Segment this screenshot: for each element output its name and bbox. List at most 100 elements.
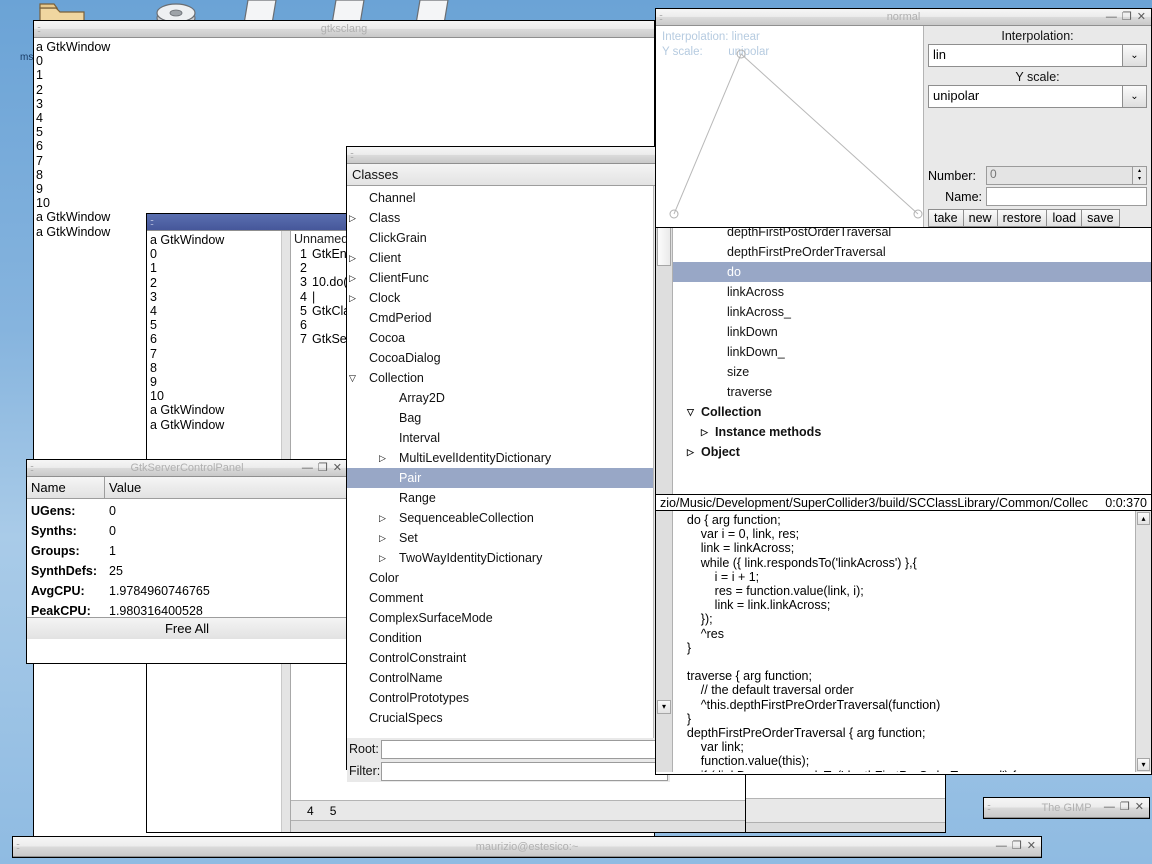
method-list-item[interactable]: ▽ Collection: [673, 402, 1151, 422]
minimize-icon[interactable]: —: [302, 462, 313, 474]
classes-tree-list[interactable]: Channel ▷ Class ClickGrain ▷ Client ▷ ClientFun…: [347, 186, 653, 738]
maximize-icon[interactable]: ❐: [1120, 802, 1130, 813]
chevron-up-icon[interactable]: ▴: [1137, 512, 1150, 525]
save-button[interactable]: save: [1081, 209, 1120, 227]
table-row[interactable]: AvgCPU: 1.9784960746765: [27, 581, 347, 601]
class-tree-item[interactable]: ▷ Clock: [347, 288, 653, 308]
root-input[interactable]: [381, 739, 668, 759]
method-list-item[interactable]: ▷ Object: [673, 442, 1151, 462]
gtksclang-titlebar[interactable]: :: gtksclang: [34, 21, 654, 38]
minimize-icon[interactable]: —: [996, 841, 1007, 852]
class-tree-item[interactable]: ComplexSurfaceMode: [347, 608, 653, 628]
method-list-item[interactable]: linkAcross: [673, 282, 1151, 302]
class-tree-item[interactable]: Array2D: [347, 388, 653, 408]
class-tree-item[interactable]: CmdPeriod: [347, 308, 653, 328]
number-stepper[interactable]: 0 ▴ ▾: [986, 166, 1147, 185]
class-tree-item[interactable]: CrucialSpecs: [347, 708, 653, 728]
class-tree-item[interactable]: ▷ TwoWayIdentityDictionary: [347, 548, 653, 568]
table-row[interactable]: Synths: 0: [27, 521, 347, 541]
method-list-item[interactable]: linkDown_: [673, 342, 1151, 362]
chevron-right-icon[interactable]: ▷: [701, 427, 708, 438]
name-input[interactable]: [986, 187, 1147, 206]
chevron-down-icon[interactable]: ▽: [687, 407, 694, 418]
class-tree-item[interactable]: ▷ MultiLevelIdentityDictionary: [347, 448, 653, 468]
yscale-dropdown[interactable]: unipolar ⌄: [928, 85, 1147, 108]
class-tree-item[interactable]: ClickGrain: [347, 228, 653, 248]
load-button[interactable]: load: [1046, 209, 1083, 227]
chevron-down-icon[interactable]: ▽: [349, 373, 356, 384]
class-tree-item[interactable]: Color: [347, 568, 653, 588]
chevron-down-icon[interactable]: ▾: [657, 700, 671, 714]
class-tree-item[interactable]: CocoaDialog: [347, 348, 653, 368]
table-row[interactable]: Groups: 1: [27, 541, 347, 561]
terminal-titlebar[interactable]: :: maurizio@estesico:~ — ❐ ✕: [13, 837, 1041, 857]
method-list-item[interactable]: traverse: [673, 382, 1151, 402]
class-tree-item[interactable]: Channel: [347, 188, 653, 208]
class-tree-item[interactable]: ▷ Set: [347, 528, 653, 548]
close-icon[interactable]: ✕: [333, 462, 342, 474]
class-tree-item[interactable]: Range: [347, 488, 653, 508]
chevron-right-icon[interactable]: ▷: [349, 253, 356, 264]
editor-hscrollbar[interactable]: [291, 820, 745, 832]
class-tree-item[interactable]: ▷ SequenceableCollection: [347, 508, 653, 528]
class-tree-item[interactable]: Bag: [347, 408, 653, 428]
maximize-icon[interactable]: ❐: [1122, 11, 1132, 23]
envelope-graph[interactable]: Interpolation: linear Y scale: unipolar: [656, 26, 924, 227]
chevron-right-icon[interactable]: ▷: [687, 447, 694, 458]
method-list-item[interactable]: linkDown: [673, 322, 1151, 342]
chevron-right-icon[interactable]: ▷: [379, 553, 386, 564]
normal-titlebar[interactable]: :: normal — ❐ ✕: [656, 9, 1151, 26]
source-left-gutter[interactable]: ▾: [656, 511, 673, 772]
class-tree-item[interactable]: ▷ ClientFunc: [347, 268, 653, 288]
minimize-icon[interactable]: —: [1104, 802, 1115, 813]
envelope-curve[interactable]: [656, 26, 936, 228]
chevron-down-icon[interactable]: ⌄: [1123, 85, 1147, 108]
restore-button[interactable]: restore: [996, 209, 1048, 227]
gimp-window[interactable]: :: The GIMP — ❐ ✕: [983, 797, 1150, 819]
chevron-right-icon[interactable]: ▷: [379, 533, 386, 544]
class-tree-item[interactable]: Pair: [347, 468, 653, 488]
methods-browser-window[interactable]: depth...depthFirstPostOrderTraversaldept…: [655, 215, 1152, 775]
number-value[interactable]: 0: [986, 166, 1133, 185]
close-icon[interactable]: ✕: [1027, 841, 1036, 852]
classes-browser-window[interactable]: :: Classes Channel ▷ Class ClickGrain ▷ Clien…: [346, 146, 671, 782]
class-tree-item[interactable]: Cocoa: [347, 328, 653, 348]
chevron-down-icon[interactable]: ▾: [1137, 758, 1150, 771]
minimize-icon[interactable]: —: [1106, 11, 1117, 23]
gimp-titlebar[interactable]: :: The GIMP — ❐ ✕: [984, 798, 1149, 818]
chevron-right-icon[interactable]: ▷: [349, 293, 356, 304]
maximize-icon[interactable]: ❐: [318, 462, 328, 474]
server-panel-titlebar[interactable]: :: GtkServerControlPanel — ❐ ✕: [27, 460, 347, 477]
classes-titlebar[interactable]: ::: [347, 147, 670, 164]
interpolation-dropdown[interactable]: lin ⌄: [928, 44, 1147, 67]
free-all-button[interactable]: Free All: [27, 617, 347, 639]
method-list-item[interactable]: do: [673, 262, 1151, 282]
class-tree-item[interactable]: Interval: [347, 428, 653, 448]
method-list-item[interactable]: ▷ Instance methods: [673, 422, 1151, 442]
source-code-view[interactable]: do { arg function; var i = 0, link, res;…: [673, 511, 1135, 772]
class-tree-item[interactable]: ▽ Collection: [347, 368, 653, 388]
class-tree-item[interactable]: Condition: [347, 628, 653, 648]
close-icon[interactable]: ✕: [1135, 802, 1144, 813]
chevron-right-icon[interactable]: ▷: [349, 273, 356, 284]
stepper-arrows[interactable]: ▴ ▾: [1133, 166, 1147, 185]
methods-vscrollbar[interactable]: [656, 216, 673, 494]
maximize-icon[interactable]: ❐: [1012, 841, 1022, 852]
method-list-item[interactable]: linkAcross_: [673, 302, 1151, 322]
terminal-window[interactable]: :: maurizio@estesico:~ — ❐ ✕: [12, 836, 1042, 858]
methods-list[interactable]: depth...depthFirstPostOrderTraversaldept…: [673, 216, 1151, 494]
new-button[interactable]: new: [962, 209, 998, 227]
chevron-right-icon[interactable]: ▷: [349, 213, 356, 224]
method-list-item[interactable]: depthFirstPreOrderTraversal: [673, 242, 1151, 262]
close-icon[interactable]: ✕: [1137, 11, 1146, 23]
table-row[interactable]: UGens: 0: [27, 501, 347, 521]
class-tree-item[interactable]: ControlPrototypes: [347, 688, 653, 708]
class-tree-item[interactable]: ControlName: [347, 668, 653, 688]
table-row[interactable]: SynthDefs: 25: [27, 561, 347, 581]
chevron-down-icon[interactable]: ⌄: [1123, 44, 1147, 67]
chevron-right-icon[interactable]: ▷: [379, 513, 386, 524]
method-list-item[interactable]: size: [673, 362, 1151, 382]
class-tree-item[interactable]: ▷ Class: [347, 208, 653, 228]
envelope-editor-window[interactable]: :: normal — ❐ ✕ Interpolation: linear Y …: [655, 8, 1152, 228]
line-text[interactable]: |: [312, 290, 315, 304]
